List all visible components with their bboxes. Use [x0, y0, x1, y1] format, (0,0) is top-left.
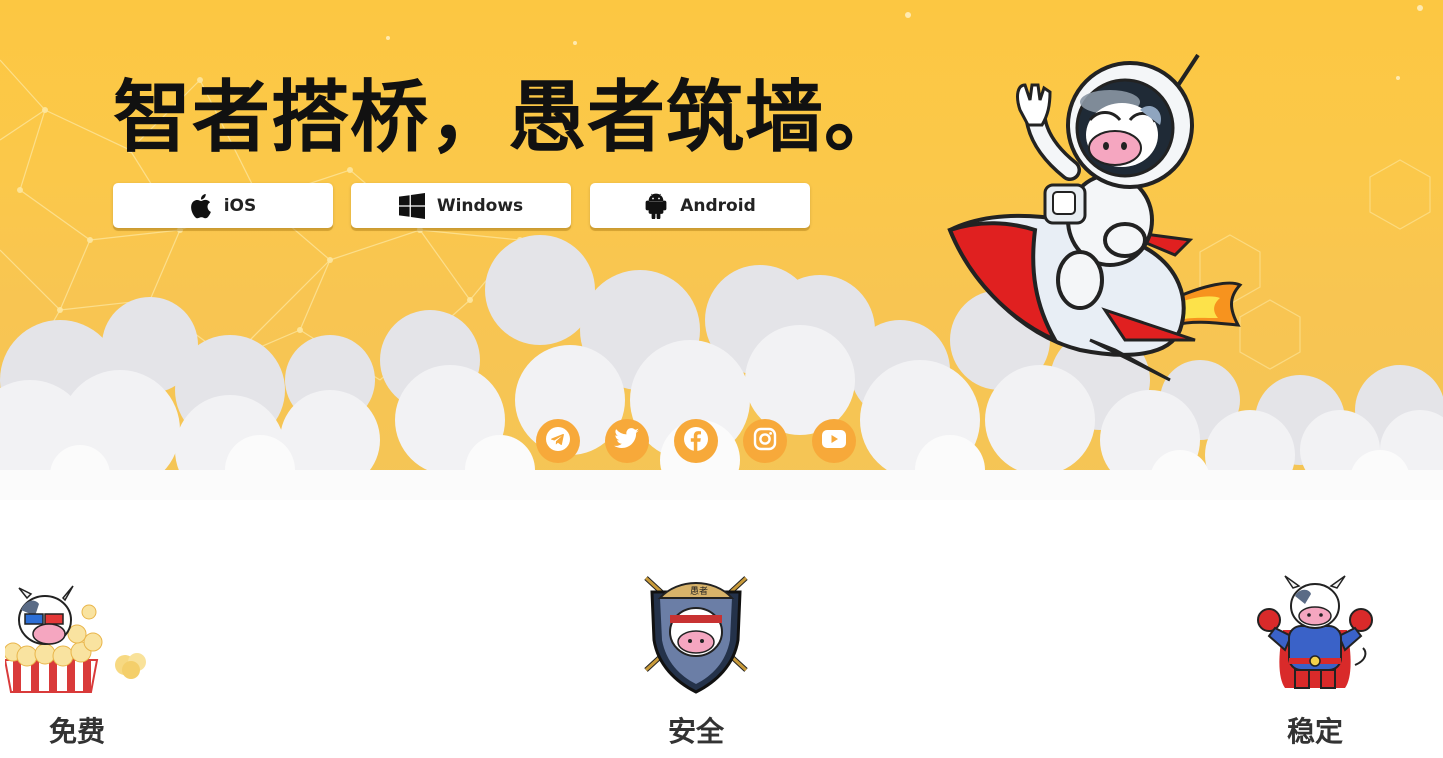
twitter-link[interactable]: [605, 419, 649, 463]
svg-text:愚者: 愚者: [690, 586, 708, 597]
cow-superhero-icon: [1255, 570, 1415, 695]
astronaut-cow-rocket-illustration: [947, 53, 1243, 382]
feature-title-free: 免费: [48, 715, 105, 748]
android-download-label: Android: [680, 195, 756, 216]
cow-shield-icon: 愚者: [638, 570, 798, 695]
instagram-link[interactable]: [743, 419, 787, 463]
twitter-icon: [614, 428, 640, 454]
android-download-button[interactable]: Android: [590, 183, 810, 228]
feature-free: 免费: [0, 560, 177, 750]
feature-title-secure: 安全: [667, 715, 724, 748]
android-icon: [644, 193, 668, 219]
feature-secure: 愚者 安全: [596, 560, 796, 750]
telegram-link[interactable]: [536, 419, 580, 463]
windows-icon: [398, 192, 425, 219]
telegram-icon: [545, 426, 571, 456]
ios-download-button[interactable]: iOS: [113, 183, 333, 228]
feature-title-stable: 稳定: [1286, 715, 1343, 748]
feature-stable: 稳定: [1215, 560, 1415, 750]
youtube-link[interactable]: [812, 419, 856, 463]
cow-popcorn-icon: [3, 570, 165, 695]
hero-headline: 智者搭桥，愚者筑墙。: [113, 73, 904, 163]
hero-banner: 智者搭桥，愚者筑墙。 iOS Windows Android: [0, 0, 1443, 500]
windows-download-label: Windows: [436, 195, 524, 216]
facebook-icon: [683, 426, 709, 456]
youtube-icon: [821, 429, 847, 453]
windows-download-button[interactable]: Windows: [351, 183, 571, 228]
facebook-link[interactable]: [674, 419, 718, 463]
instagram-icon: [753, 427, 777, 455]
ios-download-label: iOS: [223, 195, 257, 216]
apple-icon: [190, 193, 212, 219]
